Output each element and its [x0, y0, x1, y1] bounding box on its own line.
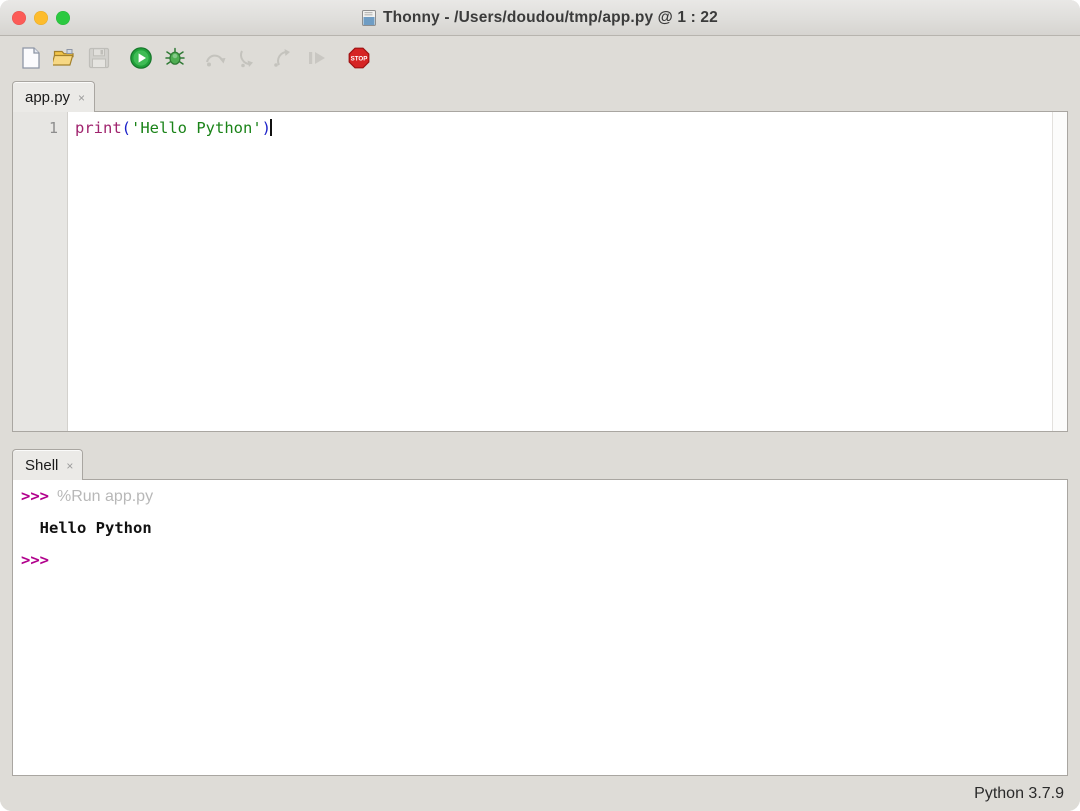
code-editor-text-area[interactable]: print('Hello Python')	[68, 112, 1052, 431]
minimize-window-button[interactable]	[34, 11, 48, 25]
step-out-icon	[271, 46, 295, 70]
window-controls	[12, 11, 70, 25]
save-file-button[interactable]	[82, 41, 116, 75]
status-bar: Python 3.7.9	[0, 777, 1080, 811]
tab-shell-label: Shell	[25, 457, 58, 474]
tab-app-py-label: app.py	[25, 89, 70, 106]
step-out-button[interactable]	[266, 41, 300, 75]
open-folder-icon	[53, 46, 77, 70]
run-play-icon	[129, 46, 153, 70]
editor-line-number-gutter: 1	[13, 112, 68, 431]
shell-line-spacer	[21, 507, 1067, 518]
resume-button[interactable]	[300, 41, 334, 75]
code-token-open-paren: (	[122, 119, 131, 137]
tab-shell[interactable]: Shell ×	[12, 449, 83, 480]
thonny-window: Thonny - /Users/doudou/tmp/app.py @ 1 : …	[0, 0, 1080, 811]
shell-text-area[interactable]: >>> %Run app.py Hello Python >>>	[13, 480, 1067, 775]
editor-vertical-scrollbar[interactable]	[1052, 112, 1067, 431]
resume-icon	[305, 46, 329, 70]
debug-button[interactable]	[158, 41, 192, 75]
step-over-button[interactable]	[198, 41, 232, 75]
new-file-button[interactable]	[14, 41, 48, 75]
tab-shell-close-icon[interactable]: ×	[66, 460, 73, 472]
main-content: app.py × 1 print('Hello Python') Shell ×	[0, 80, 1080, 811]
open-file-button[interactable]	[48, 41, 82, 75]
shell-line-command: >>> %Run app.py	[21, 486, 1067, 507]
editor-tab-bar: app.py ×	[12, 80, 1068, 112]
shell-line-output: Hello Python	[21, 518, 1067, 539]
python-file-icon	[362, 10, 376, 26]
shell-line-spacer-2	[21, 539, 1067, 550]
save-disk-icon	[88, 47, 110, 69]
step-over-icon	[203, 46, 227, 70]
code-token-string: 'Hello Python'	[131, 119, 262, 137]
text-caret	[270, 119, 272, 136]
toolbar: STOP	[0, 36, 1080, 80]
window-title: Thonny - /Users/doudou/tmp/app.py @ 1 : …	[383, 9, 718, 27]
shell-line-prompt: >>>	[21, 550, 1067, 571]
shell-tab-bar: Shell ×	[12, 448, 1068, 480]
shell-panel: Shell × >>> %Run app.py Hello Python >>>	[12, 448, 1068, 776]
code-line-1: print('Hello Python')	[75, 118, 1052, 139]
title-bar-center: Thonny - /Users/doudou/tmp/app.py @ 1 : …	[0, 0, 1080, 35]
code-token-function: print	[75, 119, 122, 137]
new-file-icon	[20, 46, 42, 70]
stop-sign-icon: STOP	[347, 46, 371, 70]
shell-body: >>> %Run app.py Hello Python >>>	[12, 479, 1068, 776]
stop-button[interactable]: STOP	[342, 41, 376, 75]
interpreter-label[interactable]: Python 3.7.9	[974, 785, 1064, 803]
tab-app-py[interactable]: app.py ×	[12, 81, 95, 112]
shell-prompt: >>>	[21, 487, 49, 505]
shell-magic-command: %Run app.py	[57, 488, 153, 505]
debug-bug-icon	[163, 46, 187, 70]
run-button[interactable]	[124, 41, 158, 75]
step-into-icon	[237, 46, 261, 70]
shell-prompt-active: >>>	[21, 551, 49, 569]
maximize-window-button[interactable]	[56, 11, 70, 25]
shell-stdout-text: Hello Python	[21, 519, 152, 537]
line-number: 1	[13, 118, 58, 139]
step-into-button[interactable]	[232, 41, 266, 75]
editor-panel: app.py × 1 print('Hello Python')	[12, 80, 1068, 432]
close-window-button[interactable]	[12, 11, 26, 25]
svg-text:STOP: STOP	[351, 56, 368, 63]
editor-body: 1 print('Hello Python')	[12, 111, 1068, 432]
tab-app-py-close-icon[interactable]: ×	[78, 92, 85, 104]
title-bar: Thonny - /Users/doudou/tmp/app.py @ 1 : …	[0, 0, 1080, 36]
